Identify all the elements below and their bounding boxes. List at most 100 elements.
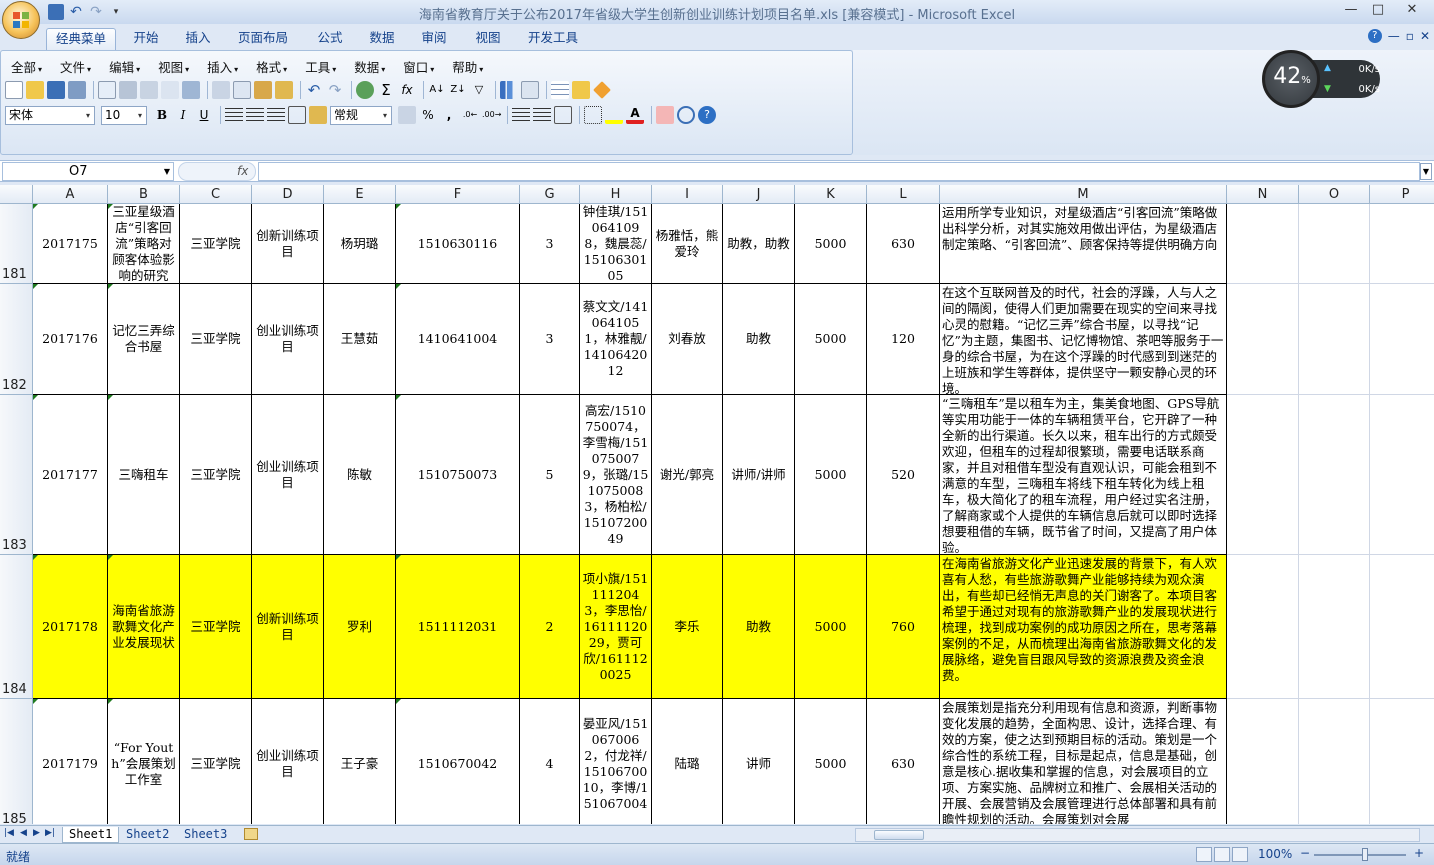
align-center-icon[interactable] (246, 106, 264, 124)
cell-f[interactable]: 1510630116 (396, 204, 520, 284)
ribbon-minimize-icon[interactable]: — (1388, 29, 1400, 43)
restore-button[interactable]: □ (1365, 1, 1391, 21)
cell-e[interactable]: 王慧茹 (324, 284, 396, 395)
column-header-j[interactable]: J (723, 185, 795, 204)
column-header-g[interactable]: G (520, 185, 580, 204)
cell-d[interactable]: 创新训练项目 (252, 555, 324, 699)
save-icon[interactable] (47, 81, 65, 99)
cell-i[interactable]: 刘春放 (652, 284, 723, 395)
table-icon[interactable] (551, 81, 569, 99)
tab-classic-menu[interactable]: 经典菜单 (46, 28, 116, 50)
align-left-icon[interactable] (225, 106, 243, 124)
expand-formula-bar-icon[interactable]: ▼ (1420, 163, 1432, 180)
column-header-i[interactable]: I (652, 185, 723, 204)
increase-decimal-icon[interactable]: .0← (461, 106, 479, 124)
cell-f[interactable]: 1510670042 (396, 699, 520, 824)
column-header-l[interactable]: L (867, 185, 940, 204)
column-header-m[interactable]: M (940, 185, 1227, 204)
diamond-icon[interactable] (593, 81, 611, 99)
cell-e[interactable]: 罗利 (324, 555, 396, 699)
menu-file[interactable]: 文件 ▾ (54, 57, 97, 75)
open-icon[interactable] (26, 81, 44, 99)
styles-icon[interactable] (656, 106, 674, 124)
percent-icon[interactable]: % (419, 106, 437, 124)
permission-icon[interactable] (68, 81, 86, 99)
cell-j[interactable]: 讲师/讲师 (723, 395, 795, 555)
cell-n[interactable] (1227, 284, 1299, 395)
cut-icon[interactable] (212, 81, 230, 99)
cell-p[interactable] (1370, 395, 1434, 555)
cell-k[interactable]: 5000 (795, 395, 867, 555)
cell-l[interactable]: 630 (867, 699, 940, 824)
row-header[interactable]: 185 (0, 699, 33, 824)
wrap-text-icon[interactable] (309, 106, 327, 124)
cell-p[interactable] (1370, 699, 1434, 824)
decrease-decimal-icon[interactable]: .00→ (482, 106, 501, 124)
cell-k[interactable]: 5000 (795, 699, 867, 824)
autosum-icon[interactable]: Σ (377, 81, 395, 99)
format-painter-icon[interactable] (275, 81, 293, 99)
sort-ascending-icon[interactable]: A↓ (428, 81, 446, 99)
menu-help[interactable]: 帮助 ▾ (446, 57, 489, 75)
cell-c[interactable]: 三亚学院 (180, 699, 252, 824)
cell-h[interactable]: 钟佳琪/1510641098，魏晨蕊/1510630105 (580, 204, 652, 284)
column-header-a[interactable]: A (33, 185, 108, 204)
formula-input[interactable] (258, 162, 1420, 181)
prev-sheet-icon[interactable]: ◀ (20, 828, 27, 838)
column-header-p[interactable]: P (1370, 185, 1434, 204)
last-sheet-icon[interactable]: ▶| (45, 828, 55, 838)
filter-icon[interactable]: ▽ (470, 81, 488, 99)
zoom-in-icon[interactable]: + (1414, 846, 1424, 860)
column-header-e[interactable]: E (324, 185, 396, 204)
cell-k[interactable]: 5000 (795, 555, 867, 699)
cell-c[interactable]: 三亚学院 (180, 395, 252, 555)
menu-data[interactable]: 数据 ▾ (348, 57, 391, 75)
cell-f[interactable]: 1410641004 (396, 284, 520, 395)
tab-review[interactable]: 审阅 (412, 28, 456, 50)
cell-o[interactable] (1299, 284, 1370, 395)
menu-insert[interactable]: 插入 ▾ (201, 57, 244, 75)
page-break-view-icon[interactable] (1232, 847, 1248, 862)
increase-indent-icon[interactable] (533, 106, 551, 124)
cell-a[interactable]: 2017175 (33, 204, 108, 284)
menu-edit[interactable]: 编辑 ▾ (103, 57, 146, 75)
sheet-tab-sheet2[interactable]: Sheet2 (120, 827, 175, 843)
column-header-f[interactable]: F (396, 185, 520, 204)
cell-e[interactable]: 陈敏 (324, 395, 396, 555)
borders-icon[interactable] (584, 106, 602, 124)
menu-window[interactable]: 窗口 ▾ (397, 57, 440, 75)
cell-j[interactable]: 讲师 (723, 699, 795, 824)
redo-icon[interactable]: ↷ (326, 81, 344, 99)
merge-center-icon[interactable] (288, 106, 306, 124)
cell-d[interactable]: 创新训练项目 (252, 204, 324, 284)
ribbon-restore-icon[interactable]: ▫ (1406, 29, 1414, 43)
tab-formulas[interactable]: 公式 (308, 28, 352, 50)
italic-icon[interactable]: I (174, 106, 192, 124)
cell-e[interactable]: 杨玥璐 (324, 204, 396, 284)
cell-h[interactable]: 晏亚风/1510670062，付龙祥/1510670010，李博/1510670… (580, 699, 652, 824)
row-header[interactable]: 183 (0, 395, 33, 555)
paste-icon[interactable] (254, 81, 272, 99)
zoom-slider-thumb[interactable] (1362, 848, 1368, 861)
cell-j[interactable]: 助教，助教 (723, 204, 795, 284)
cell-k[interactable]: 5000 (795, 204, 867, 284)
comma-style-icon[interactable]: , (440, 106, 458, 124)
print-icon[interactable] (119, 81, 137, 99)
cell-n[interactable] (1227, 555, 1299, 699)
print-preview-icon[interactable] (140, 81, 158, 99)
new-icon[interactable] (5, 81, 23, 99)
cell-d[interactable]: 创业训练项目 (252, 395, 324, 555)
cell-j[interactable]: 助教 (723, 284, 795, 395)
folder-icon[interactable] (572, 81, 590, 99)
cell-j[interactable]: 助教 (723, 555, 795, 699)
research-icon[interactable] (182, 81, 200, 99)
cell-n[interactable] (1227, 204, 1299, 284)
cell-g[interactable]: 5 (520, 395, 580, 555)
menu-tools[interactable]: 工具 ▾ (299, 57, 342, 75)
office-button[interactable] (2, 1, 40, 39)
cell-g[interactable]: 3 (520, 284, 580, 395)
cell-m[interactable]: 运用所学专业知识，对星级酒店“引客回流”策略做出科学分析，对其实施效用做出评估，… (940, 204, 1227, 284)
number-format-combo[interactable]: 常规 ▾ (330, 105, 392, 125)
cell-l[interactable]: 760 (867, 555, 940, 699)
cell-b[interactable]: 三嗨租车 (108, 395, 180, 555)
